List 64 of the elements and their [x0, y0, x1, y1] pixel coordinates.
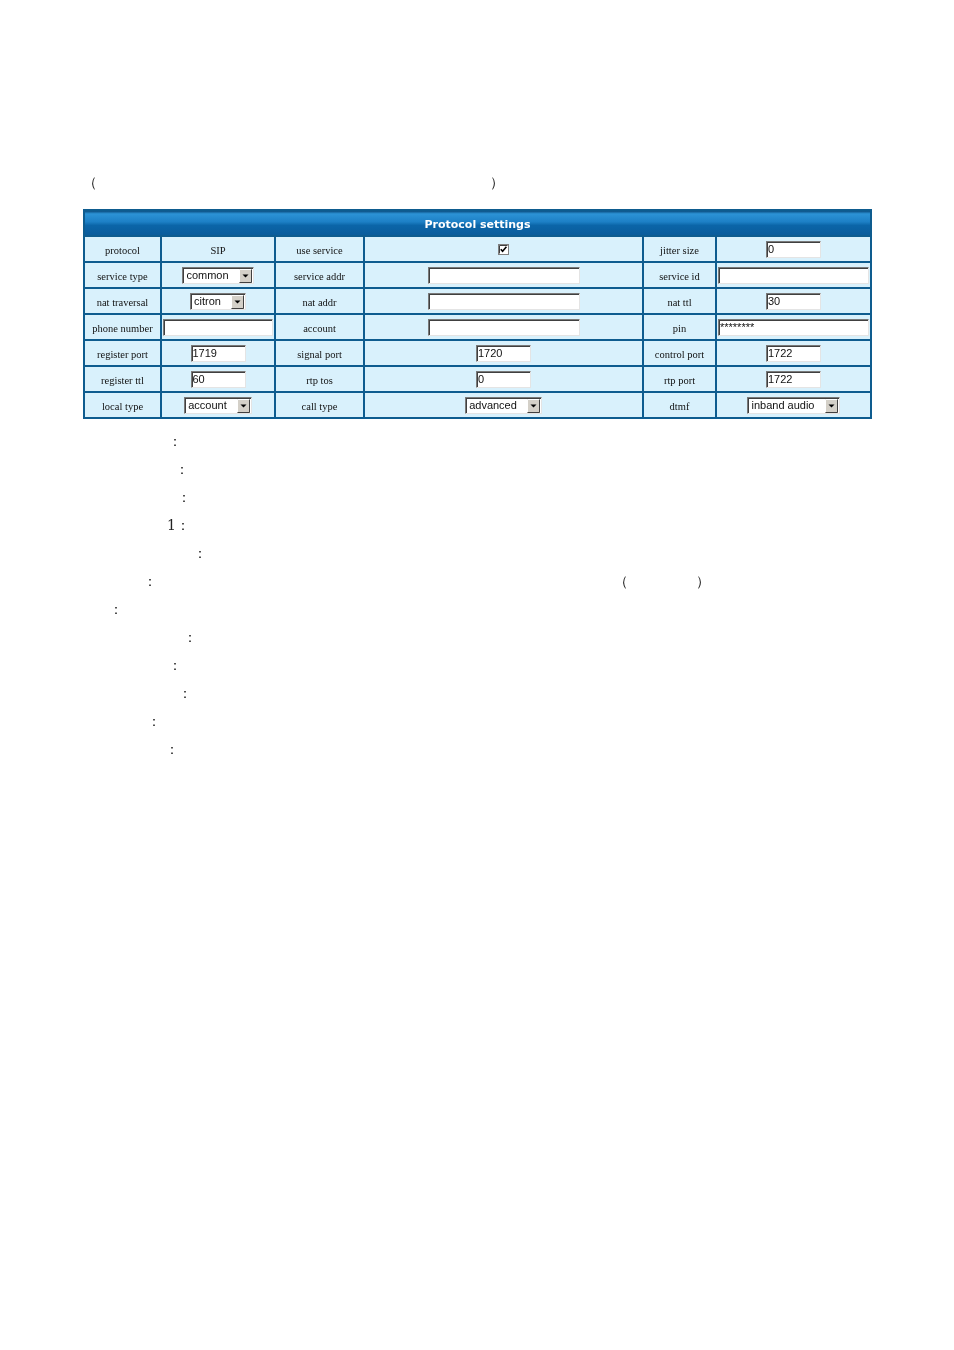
- note-text: ：: [183, 628, 197, 647]
- field-label: service id: [659, 271, 700, 282]
- dropdown[interactable]: account: [184, 397, 252, 414]
- field-label: signal port: [297, 349, 342, 360]
- input-field[interactable]: 1720: [476, 344, 531, 362]
- caret-icon[interactable]: [526, 398, 540, 413]
- note-text: ：: [168, 432, 182, 451]
- bracket-text: （: [83, 173, 97, 192]
- note-text: 1：: [167, 516, 190, 535]
- note-text: ：: [143, 572, 157, 591]
- field-label: protocol: [105, 245, 140, 256]
- input-field[interactable]: 1719: [190, 344, 246, 362]
- note-text: ）: [696, 572, 710, 591]
- field-label: call type: [301, 401, 338, 412]
- note-text: ：: [147, 712, 161, 731]
- note-text: ：: [175, 460, 189, 479]
- note-text: ：: [165, 740, 179, 759]
- note-text: ：: [178, 684, 192, 703]
- field-label: nat ttl: [667, 297, 692, 308]
- caret-icon[interactable]: [236, 398, 250, 413]
- input-field[interactable]: [427, 266, 580, 284]
- note-text: （: [614, 572, 628, 591]
- field-label: phone number: [92, 323, 153, 334]
- bracket-text: ）: [490, 173, 504, 192]
- input-field[interactable]: 60: [190, 370, 246, 388]
- field-label: service type: [97, 271, 148, 282]
- password-field[interactable]: ********: [718, 318, 869, 336]
- field-label: account: [303, 323, 336, 334]
- dropdown[interactable]: citron: [190, 293, 246, 310]
- input-field[interactable]: 0: [476, 370, 531, 388]
- input-field[interactable]: 30: [766, 292, 821, 310]
- dropdown[interactable]: inband audio: [747, 397, 840, 414]
- input-field[interactable]: [427, 292, 580, 310]
- table-title: Protocol settings: [424, 218, 531, 231]
- dropdown[interactable]: advanced: [465, 397, 542, 414]
- field-label: pin: [672, 323, 687, 334]
- field-label: use service: [296, 245, 343, 256]
- note-text: ：: [168, 656, 182, 675]
- note-text: ：: [177, 488, 191, 507]
- checkbox[interactable]: [498, 244, 509, 255]
- field-label: register port: [97, 349, 148, 360]
- note-text: ：: [193, 544, 207, 563]
- field-value: SIP: [210, 245, 226, 256]
- field-label: dtmf: [669, 401, 690, 412]
- field-label: register ttl: [101, 375, 144, 386]
- input-field[interactable]: [718, 266, 869, 284]
- field-label: control port: [654, 349, 705, 360]
- input-field[interactable]: [163, 318, 273, 336]
- field-label: jitter size: [660, 245, 699, 256]
- caret-icon[interactable]: [824, 398, 838, 413]
- field-label: local type: [101, 401, 144, 412]
- caret-icon[interactable]: [238, 268, 252, 283]
- field-label: service addr: [294, 271, 345, 282]
- input-field[interactable]: 1722: [766, 344, 821, 362]
- field-label: rtp port: [663, 375, 696, 386]
- input-field[interactable]: [427, 318, 580, 336]
- dropdown[interactable]: common: [182, 267, 254, 284]
- input-field[interactable]: 1722: [766, 370, 821, 388]
- note-text: ：: [109, 600, 123, 619]
- input-field[interactable]: 0: [766, 240, 821, 258]
- field-label: rtp tos: [306, 375, 333, 386]
- caret-icon[interactable]: [230, 294, 244, 309]
- field-label: nat traversal: [96, 297, 149, 308]
- field-label: nat addr: [302, 297, 337, 308]
